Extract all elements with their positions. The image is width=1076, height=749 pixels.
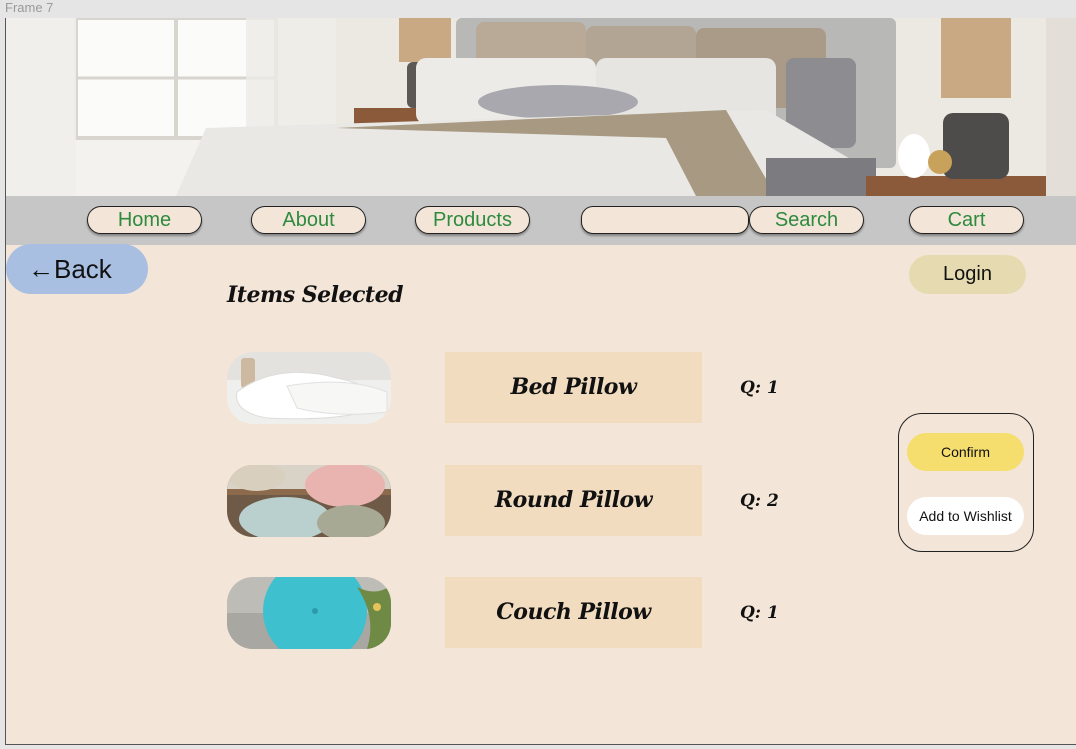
item-qty-round-pillow: Q: 2	[740, 491, 779, 511]
search-button[interactable]: Search	[749, 206, 864, 234]
frame-label: Frame 7	[5, 0, 54, 15]
confirm-button[interactable]: Confirm	[907, 433, 1024, 471]
back-button[interactable]: ←Back	[6, 244, 148, 294]
search-input[interactable]	[581, 206, 749, 234]
nav-cart-button[interactable]: Cart	[909, 206, 1024, 234]
nav-about-button[interactable]: About	[251, 206, 366, 234]
item-qty-couch-pillow: Q: 1	[740, 603, 779, 623]
item-name-couch-pillow: Couch Pillow	[445, 577, 702, 648]
nav-products-button[interactable]: Products	[415, 206, 530, 234]
round-pillow-photo	[227, 465, 391, 537]
bed-pillow-photo	[227, 352, 391, 424]
nav-bar: Home About Products Search Cart	[6, 196, 1076, 245]
couch-pillow-photo	[227, 577, 391, 649]
item-qty-bed-pillow: Q: 1	[740, 378, 779, 398]
cart-action-card: Confirm Add to Wishlist	[898, 413, 1034, 552]
nav-home-button[interactable]: Home	[87, 206, 202, 234]
item-name-round-pillow: Round Pillow	[445, 465, 702, 536]
section-title: Items Selected	[227, 282, 403, 308]
item-name-bed-pillow: Bed Pillow	[445, 352, 702, 423]
add-to-wishlist-button[interactable]: Add to Wishlist	[907, 497, 1024, 535]
page-frame: Home About Products Search Cart ←Back Lo…	[5, 18, 1076, 745]
login-button[interactable]: Login	[909, 255, 1026, 294]
hero-bedroom-image	[6, 18, 1076, 196]
